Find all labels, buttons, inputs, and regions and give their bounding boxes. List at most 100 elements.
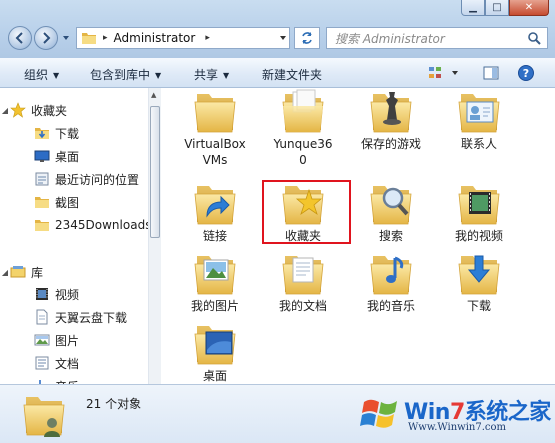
search-field[interactable]: 搜索 Administrator	[326, 27, 548, 49]
nav-item-label: 图片	[55, 333, 80, 348]
item-contacts[interactable]: 联系人	[439, 88, 519, 168]
documents-icon	[35, 356, 49, 370]
search-placeholder[interactable]: 搜索 Administrator	[335, 30, 527, 47]
folder-icon	[82, 33, 96, 44]
include-in-library-menu[interactable]: 包含到库中 ▼	[90, 66, 161, 83]
item-virtualbox-vms[interactable]: VirtualBox VMs	[175, 88, 255, 168]
search-icon[interactable]	[527, 31, 541, 45]
desktop-screen-icon	[193, 320, 237, 366]
item-my-pictures[interactable]: 我的图片	[175, 250, 255, 330]
expand-arrow-icon[interactable]: ◢	[0, 268, 10, 277]
nav-libraries[interactable]: ◢ 库	[0, 262, 150, 282]
folder-icon	[193, 88, 237, 134]
scroll-up-arrow-icon[interactable]: ▲	[151, 91, 156, 99]
selection-highlight-box	[262, 180, 351, 244]
item-label: 搜索	[378, 229, 403, 243]
document-icon	[36, 309, 48, 325]
item-my-music[interactable]: 我的音乐	[351, 250, 431, 330]
nav-libraries-label: 库	[31, 265, 44, 280]
forward-button[interactable]	[34, 26, 58, 50]
item-downloads[interactable]: 下载	[439, 250, 519, 330]
search-magnifier-icon	[369, 180, 413, 226]
nav-favorites-label: 收藏夹	[31, 103, 68, 118]
video-icon	[36, 288, 48, 300]
nav-item-label: 文档	[55, 356, 80, 371]
arrow-left-icon	[15, 32, 23, 44]
nav-item-label: 桌面	[55, 149, 80, 164]
address-dropdown[interactable]	[276, 27, 290, 49]
back-button[interactable]	[8, 26, 32, 50]
navigation-pane: ◢ 收藏夹 下载 桌面 最近访问的位置 截图 2345Downloads ◢ 库…	[0, 88, 161, 384]
breadcrumb-separator-trailing[interactable]: ▸	[205, 33, 210, 43]
nav-item-label: 视频	[55, 287, 80, 302]
nav-favorites[interactable]: ◢ 收藏夹	[0, 100, 150, 120]
watermark-logo: Win7系统之家 Www.Winwin7.com	[356, 388, 552, 440]
item-label: VirtualBox VMs	[184, 137, 246, 167]
chevron-down-icon	[280, 36, 286, 40]
nav-item-videos[interactable]: 视频	[34, 284, 160, 304]
maximize-button[interactable]: □	[485, 0, 509, 16]
share-label: 共享	[194, 68, 219, 82]
scroll-thumb[interactable]	[150, 106, 160, 238]
item-desktop[interactable]: 桌面	[175, 320, 255, 384]
nav-item-music[interactable]: 音乐	[34, 376, 160, 384]
organize-menu[interactable]: 组织 ▼	[24, 66, 59, 83]
nav-item-downloads[interactable]: 下载	[34, 123, 160, 143]
minimize-button[interactable]: ▁	[461, 0, 485, 16]
recent-pages-chevron-icon[interactable]	[62, 34, 70, 42]
svg-text:?: ?	[523, 67, 529, 80]
chevron-down-icon: ▼	[223, 71, 230, 80]
refresh-button[interactable]	[294, 27, 320, 49]
item-label: 保存的游戏	[360, 137, 421, 151]
item-label: 下载	[466, 299, 491, 313]
item-label: 联系人	[460, 137, 497, 151]
preview-pane-icon[interactable]	[482, 65, 500, 81]
nav-item-recent-places[interactable]: 最近访问的位置	[34, 169, 160, 189]
close-button[interactable]: ✕	[509, 0, 549, 16]
nav-item-label: 下载	[55, 126, 80, 141]
nav-item-documents[interactable]: 文档	[34, 353, 160, 373]
new-folder-button[interactable]: 新建文件夹	[262, 66, 322, 83]
object-count: 21 个对象	[86, 397, 142, 411]
downloads-folder-icon	[35, 128, 49, 139]
nav-item-pictures[interactable]: 图片	[34, 330, 160, 350]
address-bar[interactable]: ▸ Administrator ▸	[76, 27, 290, 49]
item-label: 链接	[202, 229, 227, 243]
item-label: 我的音乐	[366, 299, 415, 313]
item-searches[interactable]: 搜索	[351, 180, 431, 260]
windows-logo-icon	[360, 399, 397, 428]
nav-item-2345downloads[interactable]: 2345Downloads	[34, 215, 160, 235]
folder-icon	[35, 197, 49, 208]
video-film-icon	[457, 180, 501, 226]
folder-icon	[35, 220, 49, 231]
desktop-icon	[34, 150, 50, 162]
help-icon[interactable]: ?	[517, 65, 535, 81]
view-options-icon[interactable]	[428, 65, 446, 81]
pictures-icon	[193, 250, 237, 296]
item-label: 我的文档	[278, 299, 327, 313]
nav-item-tianyi-downloads[interactable]: 天翼云盘下载	[34, 307, 160, 327]
contacts-icon	[457, 88, 501, 134]
folder-user-icon	[22, 391, 66, 437]
item-label: 我的图片	[190, 299, 239, 313]
breadcrumb-separator: ▸	[103, 33, 108, 43]
music-note-icon	[369, 250, 413, 296]
item-my-documents[interactable]: 我的文档	[263, 250, 343, 330]
navigation-scrollbar[interactable]: ▲	[148, 88, 162, 384]
nav-item-label: 截图	[55, 195, 80, 210]
item-links[interactable]: 链接	[175, 180, 255, 260]
breadcrumb-administrator[interactable]: Administrator	[114, 31, 196, 45]
chevron-down-icon[interactable]	[450, 65, 460, 81]
nav-item-label: 天翼云盘下载	[55, 310, 128, 325]
item-my-videos[interactable]: 我的视频	[439, 180, 519, 260]
item-saved-games[interactable]: 保存的游戏	[351, 88, 431, 168]
share-menu[interactable]: 共享 ▼	[194, 66, 229, 83]
saved-games-chess-icon	[369, 92, 413, 134]
expand-arrow-icon[interactable]: ◢	[0, 106, 10, 115]
nav-item-desktop[interactable]: 桌面	[34, 146, 160, 166]
nav-item-screenshots[interactable]: 截图	[34, 192, 160, 212]
item-yunque360[interactable]: Yunque36 0	[263, 88, 343, 168]
arrow-right-icon	[43, 32, 51, 44]
item-label: Yunque36 0	[273, 137, 333, 167]
window-controls: ▁ □ ✕	[461, 0, 549, 18]
